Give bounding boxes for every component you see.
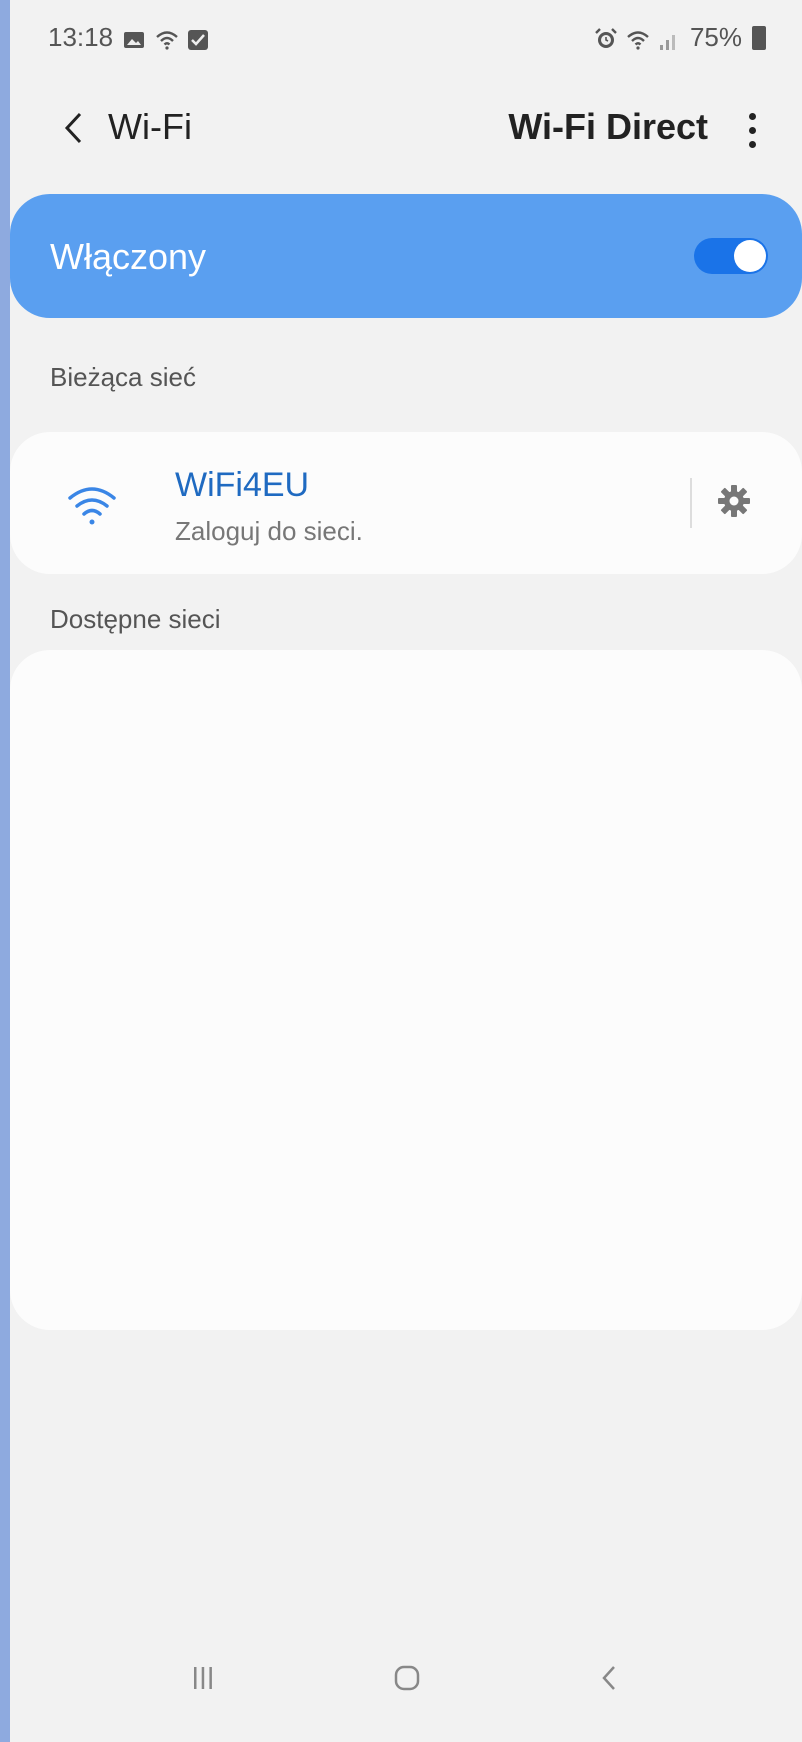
status-bar: 13:18 75%: [10, 0, 802, 80]
back-button[interactable]: [48, 100, 98, 160]
status-time: 13:18: [48, 22, 114, 52]
app-bar: Wi-Fi Wi-Fi Direct: [10, 80, 802, 190]
master-switch-label: Włączony: [50, 236, 207, 277]
recents-icon: [192, 1666, 214, 1695]
more-vert-icon-dot: [748, 140, 756, 148]
wifi-connected-icon: [62, 474, 122, 534]
recents-button[interactable]: [168, 1650, 238, 1710]
toggle-knob: [734, 240, 766, 272]
home-icon: [393, 1664, 421, 1697]
battery-icon: [752, 25, 766, 50]
alarm-icon: [594, 27, 617, 49]
current-network-header: Bieżąca sieć: [50, 362, 196, 392]
wifi-status-icon: [155, 27, 178, 50]
network-settings-button[interactable]: [706, 472, 762, 534]
more-vert-icon-dot: [748, 126, 756, 134]
card-divider: [690, 478, 692, 528]
network-name: WiFi4EU: [175, 466, 310, 504]
available-networks-list: [10, 650, 802, 1330]
image-notification-icon: [123, 27, 145, 49]
page-title: Wi-Fi: [108, 106, 192, 147]
network-status: Zaloguj do sieci.: [175, 516, 363, 546]
wifi-master-switch[interactable]: Włączony: [10, 194, 802, 318]
status-bar-right: 75%: [594, 22, 766, 53]
system-back-button[interactable]: [574, 1650, 644, 1710]
wifi-settings-screen: 13:18 75% Wi-Fi Wi-Fi Direct Włączony Bi…: [10, 0, 802, 1742]
check-notification-icon: [187, 27, 209, 50]
chevron-left-icon: [62, 111, 84, 150]
battery-percent: 75%: [689, 22, 742, 52]
home-button[interactable]: [372, 1650, 442, 1710]
more-options-button[interactable]: [732, 100, 772, 160]
status-bar-left: 13:18: [48, 22, 209, 53]
more-vert-icon: [748, 112, 756, 120]
navigation-bar: [10, 1620, 802, 1742]
cell-signal-icon: [658, 27, 680, 50]
gear-icon: [716, 483, 752, 524]
wifi-direct-button[interactable]: Wi-Fi Direct: [508, 106, 708, 148]
available-networks-header: Dostępne sieci: [50, 604, 221, 634]
current-network-card[interactable]: WiFi4EU Zaloguj do sieci.: [10, 432, 802, 574]
wifi-signal-icon: [626, 27, 649, 50]
back-arrow-icon: [600, 1664, 618, 1697]
wifi-toggle[interactable]: [694, 238, 768, 274]
